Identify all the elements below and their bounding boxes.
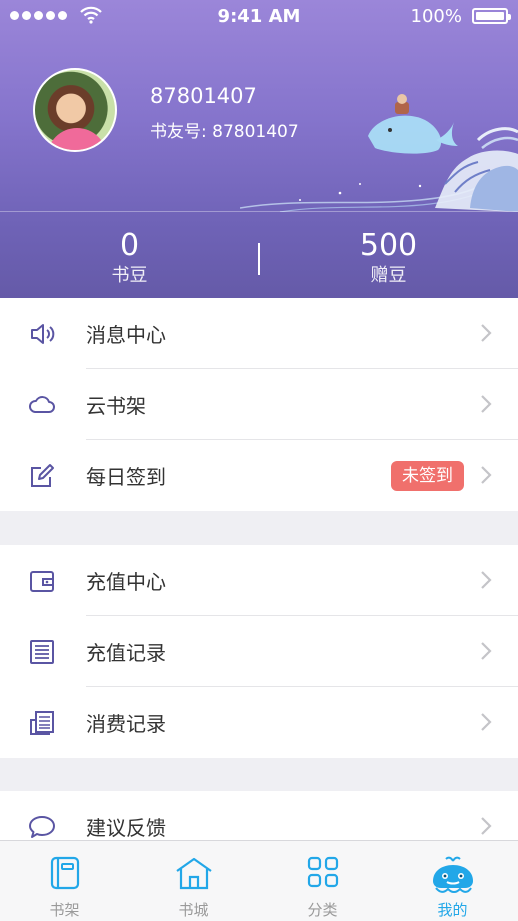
- chevron-right-icon: [481, 642, 492, 660]
- tab-mine[interactable]: 我的: [387, 841, 518, 921]
- menu-group-payment: 充值中心 充值记录 消费记录: [0, 545, 518, 758]
- tab-bookstore[interactable]: 书城: [129, 841, 258, 921]
- menu-item-daily-checkin[interactable]: 每日签到 未签到: [0, 440, 518, 511]
- chevron-right-icon: [481, 466, 492, 484]
- wallet-icon: [30, 571, 54, 592]
- menu-item-label: 建议反馈: [86, 816, 166, 840]
- tab-bookshelf[interactable]: 书架: [0, 841, 129, 921]
- menu-item-feedback[interactable]: 建议反馈: [0, 791, 518, 840]
- house-icon: [175, 857, 212, 890]
- tab-label: 书城: [178, 901, 209, 919]
- menu-item-cloud-shelf[interactable]: 云书架: [0, 369, 518, 440]
- menu-item-label: 云书架: [86, 394, 146, 418]
- profile-header: 9:41 AM 100% 87801407 书友号: 87801407 0 书豆…: [0, 0, 518, 298]
- menu-item-message-center[interactable]: 消息中心: [0, 298, 518, 369]
- status-bar: 9:41 AM 100%: [0, 0, 518, 34]
- speaker-icon: [31, 324, 55, 344]
- menu-item-recharge-center[interactable]: 充值中心: [0, 545, 518, 616]
- battery-percent: 100%: [410, 6, 462, 27]
- chevron-right-icon: [481, 817, 492, 835]
- checkin-status-badge: 未签到: [391, 461, 464, 491]
- receipt-icon: [30, 711, 54, 735]
- book-icon: [50, 856, 79, 890]
- chevron-right-icon: [481, 395, 492, 413]
- stat-value: 0: [119, 228, 140, 263]
- menu-item-label: 每日签到: [86, 465, 166, 489]
- cloud-icon: [29, 396, 55, 413]
- menu-group-feedback: 建议反馈: [0, 791, 518, 840]
- tab-bar: 书架 书城 分类 我的: [0, 840, 518, 921]
- whale-wave-illustration: [240, 94, 518, 212]
- menu-group-account: 消息中心 云书架 每日签到 未签到: [0, 298, 518, 511]
- edit-icon: [31, 464, 54, 487]
- stat-value: 500: [359, 228, 418, 263]
- menu-item-label: 消费记录: [86, 712, 166, 736]
- stat-label: 赠豆: [370, 265, 407, 286]
- menu-item-label: 消息中心: [86, 323, 166, 347]
- tab-category[interactable]: 分类: [258, 841, 387, 921]
- whale-icon: [432, 856, 473, 893]
- stat-book-beans[interactable]: 0 书豆: [0, 228, 259, 288]
- chat-bubble-icon: [29, 816, 55, 838]
- menu-item-spending-records[interactable]: 消费记录: [0, 687, 518, 758]
- chevron-right-icon: [481, 713, 492, 731]
- header-divider: [0, 211, 518, 212]
- avatar[interactable]: [33, 68, 117, 152]
- list-icon: [30, 640, 54, 664]
- tab-label: 分类: [307, 901, 338, 919]
- battery-icon: [472, 8, 511, 24]
- tab-label: 书架: [49, 901, 80, 919]
- menu-item-label: 充值记录: [86, 641, 166, 665]
- tab-label: 我的: [437, 901, 468, 919]
- chevron-right-icon: [481, 324, 492, 342]
- stat-label: 书豆: [111, 265, 148, 286]
- menu-item-label: 充值中心: [86, 570, 166, 594]
- grid-icon: [307, 856, 338, 888]
- menu-item-recharge-records[interactable]: 充值记录: [0, 616, 518, 687]
- stat-gift-beans[interactable]: 500 赠豆: [259, 228, 518, 288]
- chevron-right-icon: [481, 571, 492, 589]
